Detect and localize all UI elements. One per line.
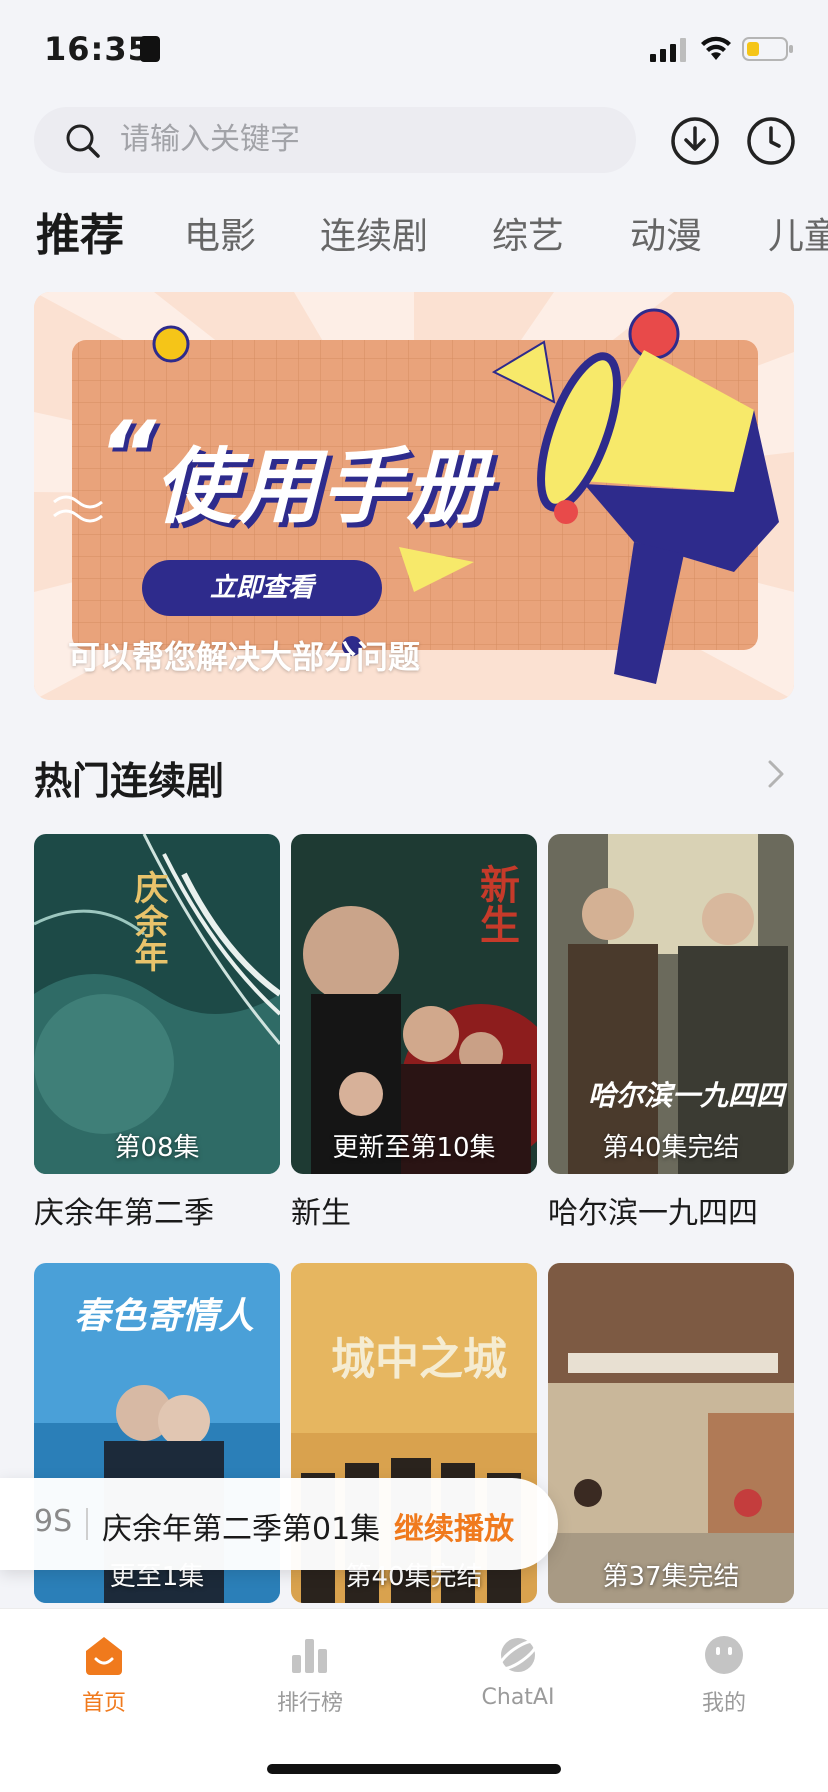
category-tabs: 推荐 电影 连续剧 综艺 动漫 儿童 [0,195,828,265]
continue-play-toast[interactable]: 9S 庆余年第二季第01集 继续播放 [0,1478,558,1570]
history-icon[interactable] [746,116,796,166]
status-bar: 16:35 [0,0,828,96]
banner-title: 使用手册 [154,440,490,535]
nav-profile[interactable]: 我的 [654,1633,794,1717]
drama-poster[interactable]: 新生 更新至第10集 [291,834,537,1174]
chatai-icon [498,1638,538,1672]
toast-episode: 庆余年第二季第01集 [102,1512,381,1547]
nav-label: 首页 [81,1691,126,1716]
tab-drama[interactable]: 连续剧 [320,207,428,259]
home-indicator [267,1764,561,1774]
tab-anime[interactable]: 动漫 [630,207,702,259]
chevron-right-icon[interactable] [764,756,788,792]
search-icon [66,124,100,158]
tab-recommend[interactable]: 推荐 [36,199,124,263]
episode-badge: 第40集完结 [602,1133,740,1163]
nav-label: ChatAI [481,1685,555,1710]
nav-chatai[interactable]: ChatAI [448,1633,588,1710]
tab-movie[interactable]: 电影 [184,207,256,259]
episode-badge: 更新至第10集 [332,1133,496,1163]
drama-card[interactable]: 新生 更新至第10集 新生 [291,834,537,1232]
drama-poster[interactable]: 庆余年 第08集 [34,834,280,1174]
banner-caption: 可以帮您解决大部分问题 [68,638,421,676]
nav-label: 排行榜 [276,1691,343,1716]
drama-title: 新生 [291,1196,351,1231]
section-title: 热门连续剧 [34,759,225,803]
drama-card[interactable]: 哈尔滨一九四四 第40集完结 哈尔滨一九四四 [548,834,794,1232]
drama-title: 庆余年第二季 [34,1196,214,1231]
profile-icon [705,1636,743,1674]
drama-title: 哈尔滨一九四四 [548,1196,758,1231]
nav-label: 我的 [701,1691,746,1716]
continue-play-button[interactable]: 继续播放 [394,1504,514,1548]
sim-card-icon [140,36,160,62]
drama-card[interactable]: 庆余年 第08集 庆余年第二季 [34,834,280,1232]
cellular-signal-icon [650,38,686,62]
poster-title-text: 春色寄情人 [74,1296,255,1337]
promo-banner[interactable]: “ 使用手册 立即查看 可以帮您解决大部分问题 [34,292,794,700]
drama-poster[interactable]: 哈尔滨一九四四 第40集完结 [548,834,794,1174]
home-icon [86,1637,122,1675]
battery-icon [742,37,793,61]
poster-title-text: 新生 [473,864,519,944]
search-placeholder: 请输入关键字 [120,122,300,157]
poster-title-text: 庆余年 [128,870,168,972]
tab-variety[interactable]: 综艺 [492,207,564,259]
status-time: 16:35 [44,30,151,68]
wifi-icon [701,36,731,60]
ranking-icon [292,1639,327,1673]
tab-kids[interactable]: 儿童 [768,207,828,259]
banner-view-button[interactable]: 立即查看 [142,560,382,616]
search-bar[interactable]: 请输入关键字 [34,107,636,173]
poster-title-text: 哈尔滨一九四四 [588,1079,785,1112]
toast-countdown: 9S [34,1504,73,1539]
nav-home[interactable]: 首页 [34,1633,174,1717]
nav-ranking[interactable]: 排行榜 [240,1633,380,1717]
download-icon[interactable] [670,116,720,166]
drama-card[interactable]: 第37集完结 [548,1263,794,1603]
poster-title-text: 城中之城 [331,1334,507,1385]
drama-poster[interactable]: 第37集完结 [548,1263,794,1603]
banner-quote-mark: “ [98,402,156,507]
toast-divider [86,1508,88,1540]
episode-badge: 第37集完结 [602,1562,740,1592]
episode-badge: 第08集 [114,1133,200,1163]
